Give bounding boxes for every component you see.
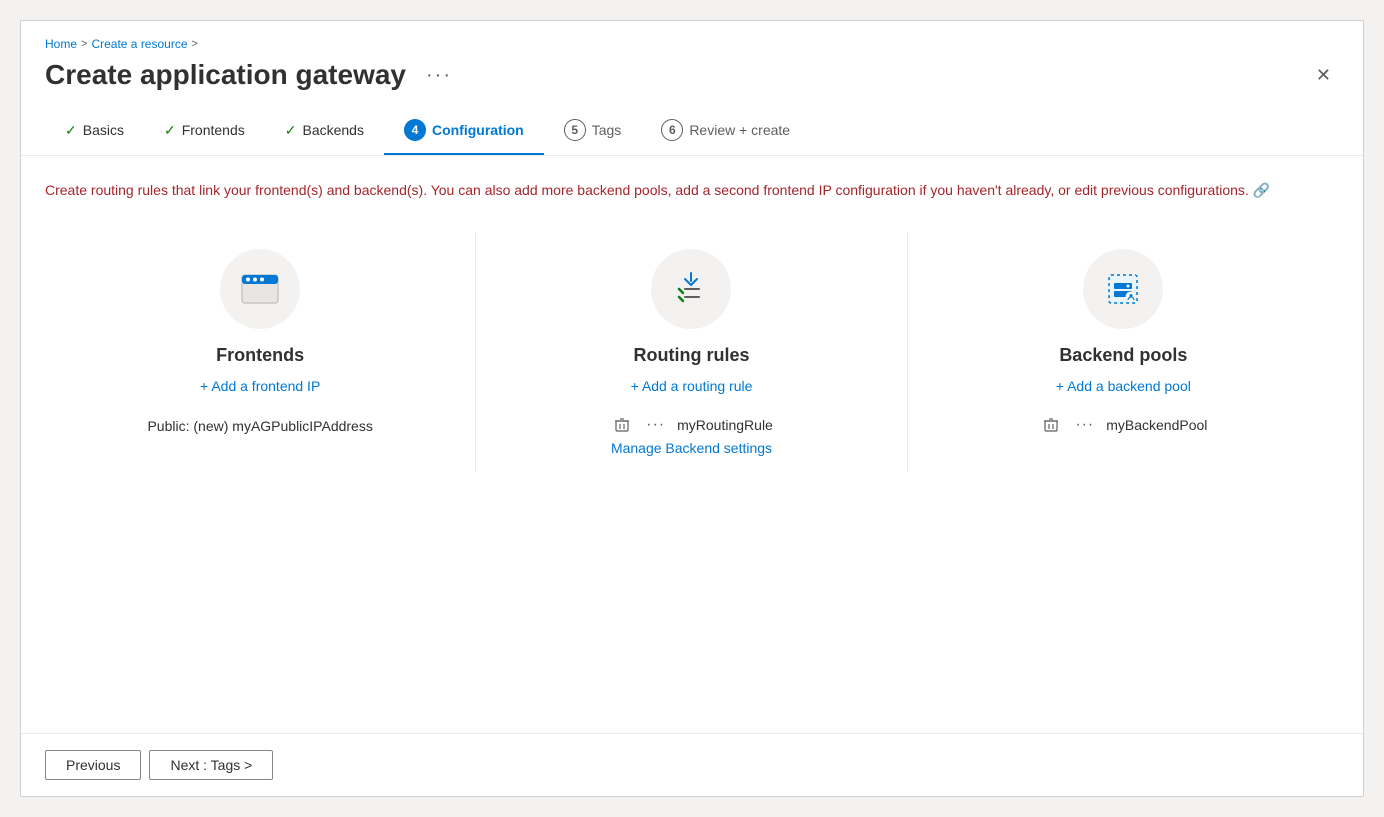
panel-header: Home > Create a resource > Create applic…	[21, 21, 1363, 107]
trash-icon-backend	[1043, 417, 1059, 433]
tab-basics[interactable]: ✓ Basics	[45, 110, 144, 153]
next-tags-button[interactable]: Next : Tags >	[149, 750, 273, 780]
breadcrumb: Home > Create a resource >	[45, 37, 1339, 51]
routing-rule-name: myRoutingRule	[677, 417, 773, 433]
add-backend-pool-link[interactable]: + Add a backend pool	[1056, 378, 1191, 394]
frontends-icon-circle	[220, 249, 300, 329]
step-circle-review: 6	[661, 119, 683, 141]
tab-tags[interactable]: 5 Tags	[544, 107, 642, 155]
routing-rules-icon	[669, 267, 713, 311]
check-icon-basics: ✓	[65, 122, 77, 139]
backend-pools-icon	[1101, 267, 1145, 311]
tabs-row: ✓ Basics ✓ Frontends ✓ Backends 4 Config…	[21, 107, 1363, 156]
title-left: Create application gateway ···	[45, 59, 460, 91]
ellipsis-button[interactable]: ···	[418, 60, 460, 91]
frontend-item: Public: (new) myAGPublicIPAddress	[69, 418, 451, 434]
breadcrumb-create-resource[interactable]: Create a resource	[91, 37, 187, 51]
tab-review-label: Review + create	[689, 122, 790, 138]
frontends-column: Frontends + Add a frontend IP Public: (n…	[45, 233, 476, 472]
panel-content: Create routing rules that link your fron…	[21, 156, 1363, 733]
breadcrumb-sep2: >	[192, 38, 198, 50]
frontends-title: Frontends	[216, 345, 304, 366]
backend-pool-item-row: ··· myBackendPool	[932, 414, 1315, 436]
tab-frontends-label: Frontends	[182, 122, 245, 138]
tab-configuration-label: Configuration	[432, 122, 524, 138]
more-backend-pool-button[interactable]: ···	[1071, 414, 1098, 436]
backend-pools-title: Backend pools	[1059, 345, 1187, 366]
tab-frontends[interactable]: ✓ Frontends	[144, 110, 265, 153]
tab-backends-label: Backends	[302, 122, 363, 138]
add-frontend-ip-link[interactable]: + Add a frontend IP	[200, 378, 320, 394]
backend-pools-icon-circle	[1083, 249, 1163, 329]
description-text: Create routing rules that link your fron…	[45, 180, 1274, 201]
check-icon-frontends: ✓	[164, 122, 176, 139]
breadcrumb-home[interactable]: Home	[45, 37, 77, 51]
manage-backend-settings-link[interactable]: Manage Backend settings	[611, 440, 772, 456]
delete-backend-pool-button[interactable]	[1039, 415, 1063, 435]
check-icon-backends: ✓	[285, 122, 297, 139]
routing-rules-icon-circle	[651, 249, 731, 329]
routing-rules-title: Routing rules	[633, 345, 749, 366]
step-circle-configuration: 4	[404, 119, 426, 141]
tab-backends[interactable]: ✓ Backends	[265, 110, 384, 153]
step-circle-tags: 5	[564, 119, 586, 141]
page-title: Create application gateway	[45, 59, 406, 91]
delete-routing-rule-button[interactable]	[610, 415, 634, 435]
tab-review[interactable]: 6 Review + create	[641, 107, 810, 155]
close-button[interactable]: ✕	[1308, 61, 1339, 90]
title-row: Create application gateway ··· ✕	[45, 59, 1339, 107]
main-panel: Home > Create a resource > Create applic…	[20, 20, 1364, 797]
config-grid: Frontends + Add a frontend IP Public: (n…	[45, 233, 1339, 472]
backend-pools-column: Backend pools + Add a backend pool ··· m	[908, 233, 1339, 472]
panel-footer: Previous Next : Tags >	[21, 733, 1363, 796]
tab-basics-label: Basics	[83, 122, 124, 138]
backend-pool-name: myBackendPool	[1106, 417, 1207, 433]
tab-configuration[interactable]: 4 Configuration	[384, 107, 544, 155]
breadcrumb-sep1: >	[81, 38, 87, 50]
more-routing-rule-button[interactable]: ···	[642, 414, 669, 436]
trash-icon	[614, 417, 630, 433]
previous-button[interactable]: Previous	[45, 750, 141, 780]
routing-rules-column: Routing rules + Add a routing rule ··· m	[476, 233, 907, 472]
frontends-icon	[238, 267, 282, 311]
routing-rule-item-row: ··· myRoutingRule	[500, 414, 882, 436]
tab-tags-label: Tags	[592, 122, 622, 138]
add-routing-rule-link[interactable]: + Add a routing rule	[631, 378, 753, 394]
